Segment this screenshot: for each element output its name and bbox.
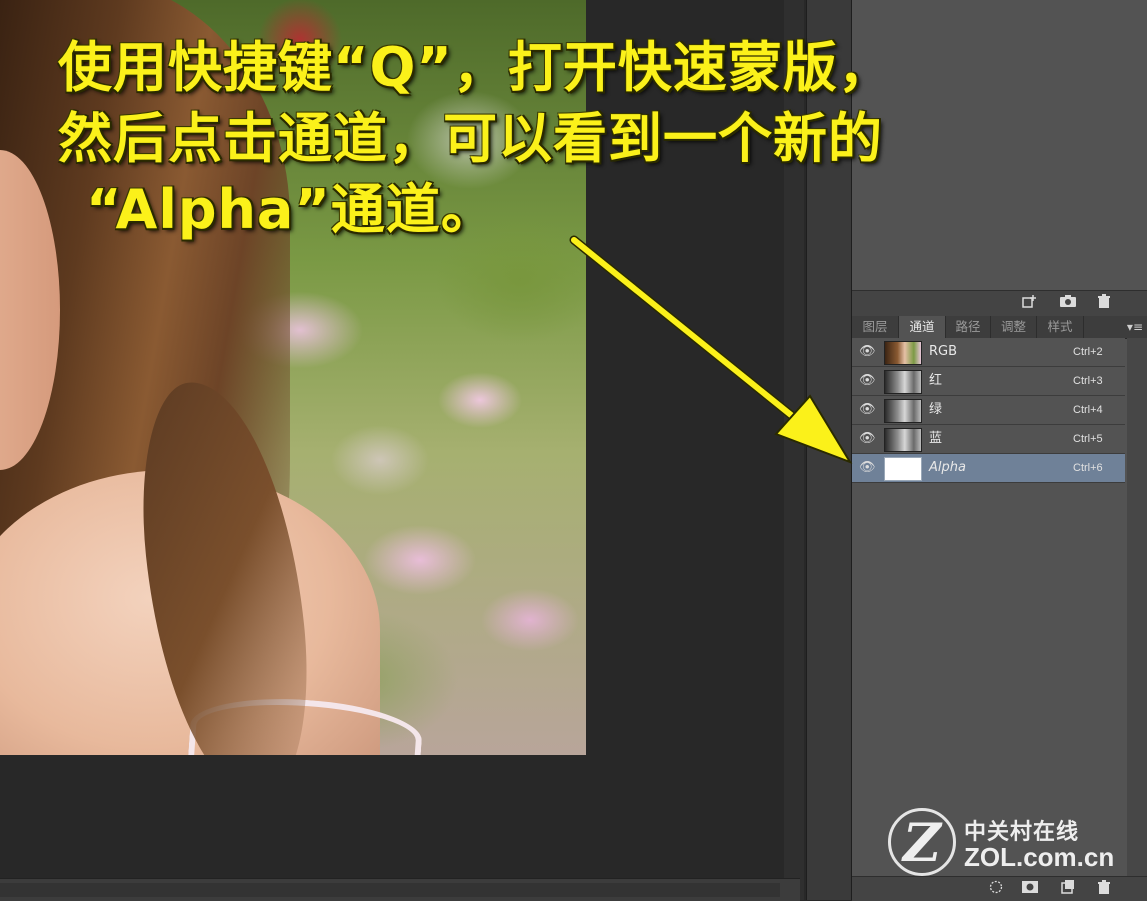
panel-bottom-toolbar (852, 876, 1147, 901)
scroll-thumb[interactable] (0, 883, 780, 897)
panel-toolbar (852, 290, 1147, 317)
channel-thumbnail (884, 370, 922, 394)
channel-name: 红 (929, 373, 943, 388)
panel-scrollbar[interactable] (1127, 338, 1147, 878)
eye-icon[interactable]: 👁 (859, 373, 876, 389)
tab-adjustments[interactable]: 调整 (991, 316, 1037, 338)
new-channel-icon[interactable] (1058, 880, 1078, 898)
channel-name: Alpha (929, 460, 966, 475)
canvas-horizontal-scrollbar[interactable] (0, 878, 800, 901)
channel-shortcut: Ctrl+3 (1073, 375, 1103, 387)
tab-layers[interactable]: 图层 (852, 316, 899, 338)
panel-tabs: 图层 通道 路径 调整 样式 ▾≡ (852, 316, 1147, 339)
channel-list: 👁 RGB Ctrl+2 👁 红 Ctrl+3 👁 绿 Ctrl+4 👁 蓝 C… (852, 338, 1147, 483)
zol-watermark: Z 中关村在线 ZOL.com.cn (888, 808, 1138, 878)
trash-icon[interactable] (1094, 880, 1114, 898)
channel-name: RGB (929, 344, 958, 359)
annotation-caption: 使用快捷键“Q”，打开快速蒙版， 然后点击通道，可以看到一个新的 “Alpha”… (58, 32, 1138, 245)
channel-row-alpha[interactable]: 👁 Alpha Ctrl+6 (852, 454, 1125, 483)
eye-icon[interactable]: 👁 (859, 431, 876, 447)
tab-styles[interactable]: 样式 (1037, 316, 1084, 338)
channel-row-red[interactable]: 👁 红 Ctrl+3 (852, 367, 1125, 396)
channel-row-blue[interactable]: 👁 蓝 Ctrl+5 (852, 425, 1125, 454)
tab-channels[interactable]: 通道 (899, 316, 946, 338)
caption-line-1: 使用快捷键“Q”，打开快速蒙版， (58, 36, 893, 99)
channel-thumbnail (884, 428, 922, 452)
channel-row-green[interactable]: 👁 绿 Ctrl+4 (852, 396, 1125, 425)
eye-icon[interactable]: 👁 (859, 460, 876, 476)
tab-paths[interactable]: 路径 (946, 316, 991, 338)
new-layer-icon[interactable] (1020, 294, 1040, 312)
channel-shortcut: Ctrl+5 (1073, 433, 1103, 445)
panel-menu-icon[interactable]: ▾≡ (1127, 316, 1143, 338)
zol-logo-icon: Z (888, 808, 956, 876)
camera-icon[interactable] (1058, 294, 1078, 312)
channel-thumbnail (884, 341, 922, 365)
watermark-brand-en: ZOL.com.cn (964, 842, 1115, 872)
channel-shortcut: Ctrl+4 (1073, 404, 1103, 416)
channel-name: 绿 (929, 402, 943, 417)
channel-thumbnail (884, 457, 922, 481)
load-selection-icon[interactable] (986, 880, 1006, 898)
channel-shortcut: Ctrl+6 (1073, 462, 1103, 474)
channel-thumbnail (884, 399, 922, 423)
channel-row-rgb[interactable]: 👁 RGB Ctrl+2 (852, 338, 1125, 367)
caption-line-2: 然后点击通道，可以看到一个新的 (58, 107, 883, 170)
channel-name: 蓝 (929, 431, 943, 446)
channel-shortcut: Ctrl+2 (1073, 346, 1103, 358)
trash-icon[interactable] (1094, 294, 1114, 312)
caption-line-3: “Alpha”通道。 (86, 178, 496, 241)
eye-icon[interactable]: 👁 (859, 344, 876, 360)
eye-icon[interactable]: 👁 (859, 402, 876, 418)
save-selection-icon[interactable] (1020, 880, 1040, 898)
